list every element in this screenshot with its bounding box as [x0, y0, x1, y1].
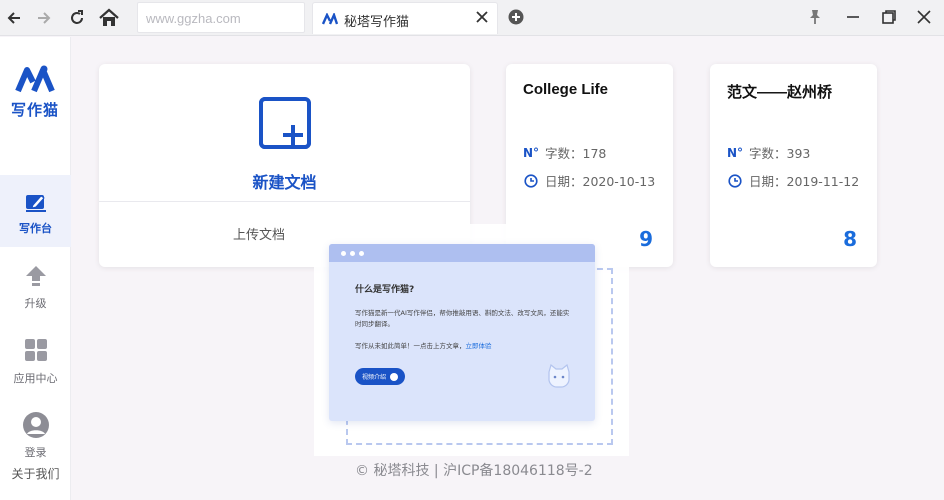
clock-icon: [728, 173, 742, 188]
logo-text: 写作猫: [10, 101, 59, 119]
document-title: 范文——赵州桥: [727, 84, 833, 101]
document-title: College Life: [523, 81, 609, 98]
word-count: N° 字数：178: [523, 143, 606, 162]
apps-grid-icon: [24, 339, 47, 361]
pin-icon[interactable]: [807, 8, 823, 26]
sidebar-item-label: 写作台: [19, 222, 52, 235]
divider: [99, 201, 470, 202]
app-logo-icon: [322, 13, 338, 25]
clock-icon: [524, 173, 538, 188]
restore-icon[interactable]: [881, 9, 897, 25]
sidebar: 写作猫 写作台 升级 应用中心 登录 关于我们: [0, 37, 71, 500]
sidebar-item-login[interactable]: 登录: [0, 397, 71, 469]
popup-titlebar: [329, 244, 595, 262]
word-count-text: 字数：178: [545, 146, 607, 161]
sidebar-item-label: 登录: [24, 446, 47, 459]
address-bar[interactable]: www.ggzha.com: [137, 2, 305, 33]
sidebar-item-workspace[interactable]: 写作台: [0, 175, 71, 247]
try-now-link[interactable]: 立即体验: [466, 342, 492, 350]
video-intro-button[interactable]: 视频介绍: [355, 368, 405, 385]
reload-button[interactable]: [65, 6, 89, 30]
tab-title: 秘塔写作猫: [344, 15, 410, 30]
video-intro-label: 视频介绍: [361, 374, 386, 381]
cat-mascot-icon: [548, 364, 570, 388]
date-text: 日期：2019-11-12: [749, 174, 860, 189]
footer-copyright: © 秘塔科技 | 沪ICP备18046118号-2: [355, 463, 593, 479]
logo-mark-icon: [15, 65, 55, 93]
window-close-icon[interactable]: [917, 10, 931, 24]
minimize-icon[interactable]: [846, 12, 860, 22]
back-button[interactable]: [2, 6, 26, 30]
forward-button[interactable]: [32, 6, 56, 30]
play-icon: [390, 372, 398, 381]
browser-toolbar: www.ggzha.com 秘塔写作猫: [0, 0, 944, 36]
document-count: 8: [843, 227, 857, 251]
document-count: 9: [639, 227, 653, 251]
intro-popup: 什么是写作猫? 写作猫是新一代AI写作伴侣，帮你推敲用语、斟酌文法、改写文风，还…: [329, 244, 595, 421]
new-document-icon: [259, 97, 313, 149]
number-icon: N°: [727, 145, 744, 160]
edit-icon: [25, 195, 46, 212]
word-count-text: 字数：393: [749, 146, 811, 161]
date-text: 日期：2020-10-13: [545, 174, 656, 189]
document-date: 日期：2019-11-12: [727, 171, 859, 190]
word-count: N° 字数：393: [727, 143, 810, 162]
number-icon: N°: [523, 145, 540, 160]
reload-icon: [71, 10, 83, 24]
popup-hint-text: 写作从未如此简单！一点击上方文章，: [355, 342, 466, 350]
popup-body: 写作猫是新一代AI写作伴侣，帮你推敲用语、斟酌文法、改写文风，还能实时同步翻译。: [355, 309, 570, 328]
document-date: 日期：2020-10-13: [523, 171, 655, 190]
forward-arrow-icon: [38, 12, 51, 24]
new-tab-icon[interactable]: [508, 9, 524, 25]
app-logo[interactable]: 写作猫: [10, 65, 60, 120]
tab-active[interactable]: 秘塔写作猫: [312, 2, 498, 34]
user-icon: [22, 412, 49, 438]
popup-hint: 写作从未如此简单！一点击上方文章，立即体验: [355, 340, 492, 350]
upgrade-arrow-icon: [25, 266, 46, 286]
home-icon: [99, 8, 119, 26]
sidebar-item-upgrade[interactable]: 升级: [0, 249, 71, 321]
sidebar-item-label: 升级: [24, 297, 47, 310]
sidebar-item-label: 应用中心: [13, 372, 58, 385]
new-document-label: 新建文档: [252, 173, 317, 192]
back-arrow-icon: [7, 12, 20, 24]
document-card[interactable]: 范文——赵州桥 N° 字数：393 日期：2019-11-12 8: [710, 64, 877, 267]
popup-title: 什么是写作猫?: [355, 285, 415, 295]
close-tab-icon[interactable]: [475, 10, 489, 24]
sidebar-item-apps[interactable]: 应用中心: [0, 323, 71, 395]
about-us-link[interactable]: 关于我们: [0, 465, 71, 482]
home-button[interactable]: [97, 6, 121, 30]
